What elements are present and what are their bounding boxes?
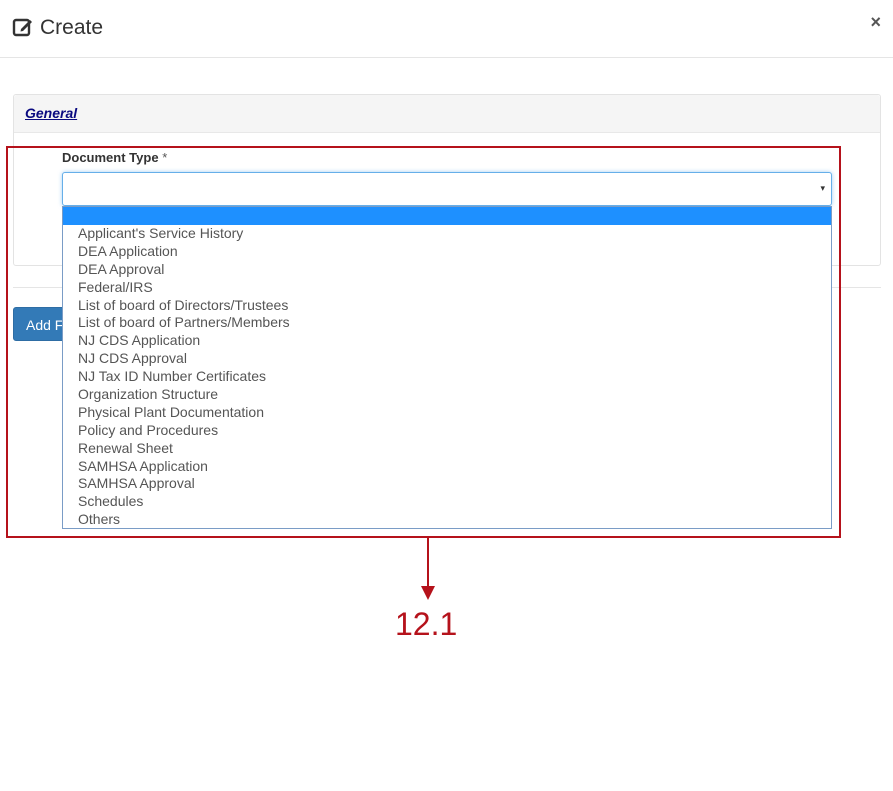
dropdown-option[interactable]: DEA Approval	[63, 261, 831, 279]
dropdown-option[interactable]	[63, 207, 831, 225]
annotation-step-label: 12.1	[395, 606, 458, 642]
dropdown-option[interactable]: Renewal Sheet	[63, 440, 831, 458]
dropdown-option[interactable]: Federal/IRS	[63, 279, 831, 297]
dropdown-option[interactable]: NJ CDS Application	[63, 332, 831, 350]
dropdown-option[interactable]: DEA Application	[63, 243, 831, 261]
required-marker: *	[162, 150, 168, 165]
panel-heading: General	[14, 95, 880, 133]
annotation-arrow-head	[421, 586, 435, 600]
modal-title: Create	[40, 16, 104, 39]
close-icon[interactable]: ×	[870, 12, 881, 32]
dropdown-option[interactable]: SAMHSA Approval	[63, 475, 831, 493]
dropdown-option[interactable]: Physical Plant Documentation	[63, 404, 831, 422]
dropdown-option[interactable]: NJ CDS Approval	[63, 350, 831, 368]
dropdown-option[interactable]: Organization Structure	[63, 386, 831, 404]
document-type-label-text: Document Type	[62, 150, 159, 165]
edit-icon	[12, 18, 32, 37]
create-modal: Create × General Add F Document Type * ▾…	[0, 0, 893, 791]
dropdown-option[interactable]: NJ Tax ID Number Certificates	[63, 368, 831, 386]
dropdown-option[interactable]: List of board of Partners/Members	[63, 314, 831, 332]
general-section-link[interactable]: General	[25, 105, 77, 121]
dropdown-option[interactable]: Others	[63, 511, 831, 529]
document-type-options: Applicant's Service History DEA Applicati…	[62, 206, 832, 529]
annotation-arrow-line	[427, 538, 429, 588]
chevron-down-icon: ▾	[820, 183, 825, 193]
modal-header: Create ×	[0, 0, 893, 58]
dropdown-option[interactable]: List of board of Directors/Trustees	[63, 297, 831, 315]
dropdown-option[interactable]: SAMHSA Application	[63, 458, 831, 476]
dropdown-option[interactable]: Applicant's Service History	[63, 225, 831, 243]
dropdown-option[interactable]: Policy and Procedures	[63, 422, 831, 440]
dropdown-option[interactable]: Schedules	[63, 493, 831, 511]
document-type-label: Document Type *	[62, 150, 167, 165]
document-type-select[interactable]: ▾	[62, 172, 832, 206]
